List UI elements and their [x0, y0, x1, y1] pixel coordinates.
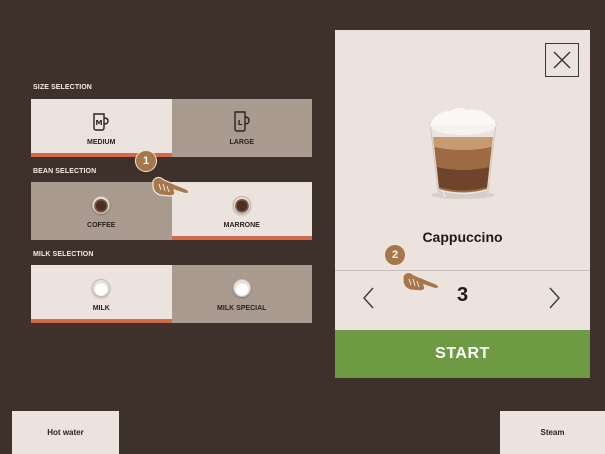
svg-text:L: L [238, 119, 243, 127]
size-selection-row: M MEDIUM L LARGE [31, 99, 312, 157]
cup-medium-icon: M [91, 111, 111, 133]
bean-selection-title: BEAN SELECTION [33, 168, 97, 175]
size-selection-title: SIZE SELECTION [33, 84, 92, 91]
size-option-medium[interactable]: M MEDIUM [31, 99, 172, 157]
milk-icon [232, 279, 251, 297]
milk-option-milk[interactable]: MILK [31, 265, 172, 323]
divider [335, 270, 590, 271]
hot-water-button[interactable]: Hot water [12, 411, 119, 454]
size-option-large[interactable]: L LARGE [171, 99, 312, 157]
size-option-medium-label: MEDIUM [87, 139, 116, 146]
coffee-bean-icon [232, 196, 251, 214]
coffee-bean-icon [92, 196, 111, 214]
milk-selection-row: MILK MILK SPECIAL [31, 265, 312, 323]
product-name: Cappuccino [422, 229, 503, 245]
product-panel: Cappuccino 3 START [335, 30, 590, 378]
pointing-hand-icon [152, 176, 190, 197]
bean-option-marrone-label: MARRONE [223, 222, 260, 229]
cappuccino-image [429, 107, 497, 199]
close-button[interactable] [545, 43, 579, 77]
cup-large-icon: L [232, 111, 252, 133]
size-option-large-label: LARGE [229, 139, 255, 146]
milk-selection-title: MILK SELECTION [33, 251, 94, 258]
start-button[interactable]: START [335, 330, 590, 378]
milk-option-milk-special-label: MILK SPECIAL [217, 305, 267, 312]
next-quantity-button[interactable] [548, 286, 562, 315]
svg-text:M: M [96, 119, 103, 127]
milk-icon [92, 279, 111, 297]
annotation-badge-2: 2 [384, 244, 406, 266]
milk-option-milk-special[interactable]: MILK SPECIAL [171, 265, 312, 323]
milk-option-milk-label: MILK [92, 305, 110, 312]
close-icon [553, 51, 571, 69]
steam-button[interactable]: Steam [500, 411, 605, 454]
bean-option-coffee-label: COFFEE [87, 222, 116, 229]
pointing-hand-icon [402, 271, 440, 292]
chevron-right-icon [549, 287, 560, 309]
annotation-badge-1: 1 [135, 150, 157, 172]
